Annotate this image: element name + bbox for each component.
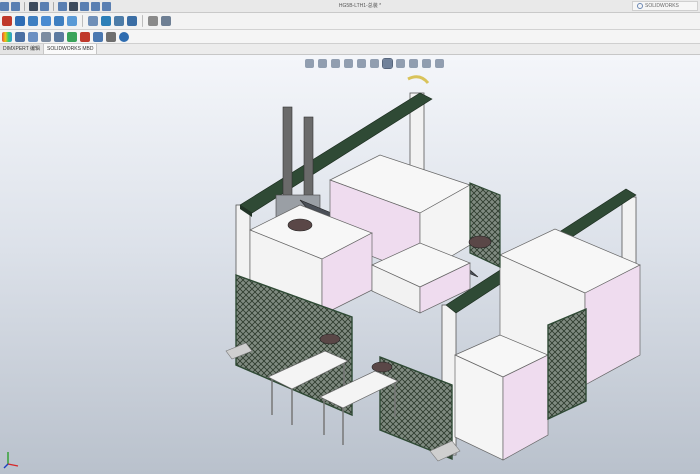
command-manager-tabs: DIMXPERT 编辑 SOLIDWORKS MBD [0,44,700,55]
command-toolbar [0,13,700,30]
search-icon [637,3,643,9]
separator [24,2,25,11]
trim-icon[interactable] [101,16,111,26]
file-properties-icon[interactable] [91,2,100,11]
rectangle-icon[interactable] [41,16,51,26]
sketch-icon[interactable] [2,16,12,26]
arc-icon[interactable] [67,16,77,26]
guard-fence-back [469,182,501,268]
reference-triad-icon [3,452,19,469]
exploded-view-icon[interactable] [93,31,103,42]
options-icon[interactable] [102,2,111,11]
print-icon[interactable] [40,2,49,11]
separator [82,15,83,27]
spline-icon[interactable] [88,16,98,26]
tab-dimxpert[interactable]: DIMXPERT 编辑 [0,44,45,54]
smart-dimension-icon[interactable] [15,16,25,26]
extrude-icon[interactable] [148,16,158,26]
instant3d-icon[interactable] [106,31,116,42]
rebuild-icon[interactable] [80,2,89,11]
search-box[interactable]: SOLIDWORKS [632,1,698,11]
graphics-area[interactable] [0,55,700,474]
mates-icon[interactable] [15,31,25,42]
guard-fence-front [379,355,453,461]
circle-icon[interactable] [54,16,64,26]
new-icon[interactable] [0,2,9,11]
assembly-model[interactable] [0,55,700,474]
save-icon[interactable] [29,2,38,11]
separator [53,2,54,11]
mirror-icon[interactable] [114,16,124,26]
window-title: HG5B-LTH1-总装 * [338,3,382,9]
guard-fence-right [547,307,587,421]
assembly-toolbar [0,30,700,44]
appearance-icon[interactable] [2,31,12,42]
open-icon[interactable] [11,2,20,11]
search-placeholder: SOLIDWORKS [645,3,679,9]
revolve-icon[interactable] [161,16,171,26]
select-icon[interactable] [69,2,78,11]
quick-access-toolbar [0,1,111,12]
tab-solidworks-mbd[interactable]: SOLIDWORKS MBD [44,44,98,54]
machine-cell-front [454,334,549,461]
assembly-feature-icon[interactable] [41,31,51,42]
bill-of-materials-icon[interactable] [80,31,90,42]
component-pattern-icon[interactable] [28,31,38,42]
section-icon[interactable] [119,31,129,42]
undo-icon[interactable] [58,2,67,11]
reference-geometry-icon[interactable] [54,31,64,42]
separator [142,15,143,27]
new-motion-study-icon[interactable] [67,31,77,42]
title-bar: HG5B-LTH1-总装 * SOLIDWORKS [0,0,700,13]
pattern-icon[interactable] [127,16,137,26]
line-icon[interactable] [28,16,38,26]
